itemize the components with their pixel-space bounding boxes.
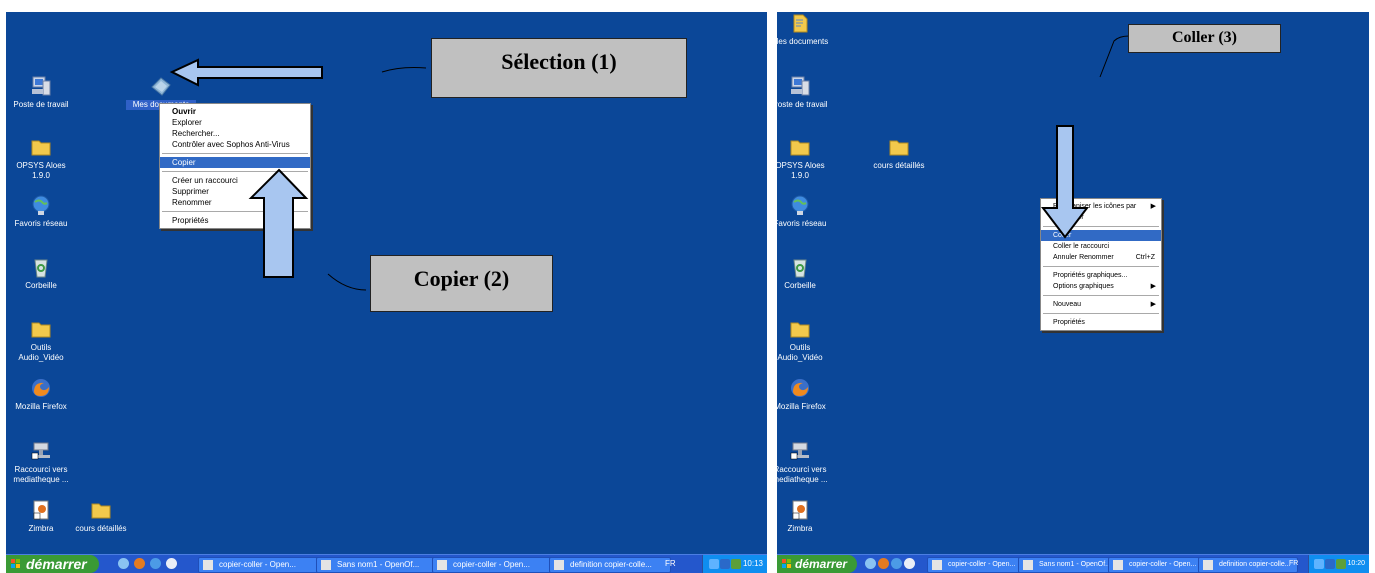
clock[interactable]: 10:13 [743,559,763,568]
taskbar-button[interactable]: Sans nom1 - OpenOf... [1018,557,1118,573]
document-icon [1203,560,1213,570]
document-icon [554,560,564,570]
quicklaunch-firefox-icon[interactable] [878,558,889,569]
start-button[interactable]: démarrer [6,555,99,573]
openoffice-icon [321,560,331,570]
tray-network-icon[interactable] [1314,559,1325,569]
callout-leader-line [327,273,367,291]
callout-coller: Coller (3) [1128,24,1281,53]
start-label: démarrer [26,556,87,572]
start-button[interactable]: démarrer [777,555,858,573]
tray-antivirus-icon[interactable] [1336,559,1347,569]
taskbar-button[interactable]: definition copier-colle... [1198,557,1298,573]
quicklaunch-firefox-icon[interactable] [134,558,145,569]
tray-network-icon[interactable] [708,559,719,569]
quicklaunch-ie-icon[interactable] [118,558,129,569]
openoffice-icon [1023,560,1033,570]
tray-antivirus-icon[interactable] [730,559,741,569]
taskbar-button[interactable]: definition copier-colle... [549,557,671,573]
callout-leader-line [381,67,427,73]
callout-copier: Copier (2) [370,255,553,312]
desktop-screenshot-2: Mes documents Poste de travail OPSYS Alo… [777,12,1369,573]
taskbar-button[interactable]: copier-coller - Open... [198,557,320,573]
system-tray: 10:13 [701,555,767,573]
left-arrow-annotation [169,58,323,87]
annotation-overlay [1040,35,1130,239]
up-arrow-annotation [248,168,309,278]
quicklaunch-desktop-icon[interactable] [166,558,177,569]
openoffice-icon [203,560,213,570]
down-arrow-annotation [1040,125,1090,239]
desktop-screenshot-1: Poste de travail Mes documents OPSYS Alo… [6,12,767,573]
system-tray: 10:20 [1308,555,1369,573]
quicklaunch-media-icon[interactable] [150,558,161,569]
language-indicator[interactable]: FR [665,555,676,573]
taskbar-button[interactable]: copier-coller - Open... [927,557,1027,573]
windows-flag-icon [782,559,791,568]
quicklaunch-desktop-icon[interactable] [904,558,915,569]
openoffice-icon [932,560,942,570]
quicklaunch-media-icon[interactable] [891,558,902,569]
callout-leader-line [1099,35,1130,78]
clock[interactable]: 10:20 [1347,560,1365,567]
tray-app-icon[interactable] [1325,559,1336,569]
taskbar-button[interactable]: copier-coller - Open... [1108,557,1208,573]
quicklaunch-ie-icon[interactable] [865,558,876,569]
tray-app-icon[interactable] [719,559,730,569]
start-label: démarrer [795,557,848,571]
openoffice-icon [1113,560,1123,570]
taskbar-button[interactable]: Sans nom1 - OpenOf... [316,557,438,573]
taskbar: démarrer copier-coller - Open... Sans no… [777,554,1369,573]
callout-selection: Sélection (1) [431,38,687,98]
language-indicator[interactable]: FR [1289,555,1298,573]
windows-flag-icon [11,559,20,568]
taskbar-button[interactable]: copier-coller - Open... [432,557,554,573]
openoffice-icon [437,560,447,570]
taskbar: démarrer copier-coller - Open... Sans no… [6,554,767,573]
